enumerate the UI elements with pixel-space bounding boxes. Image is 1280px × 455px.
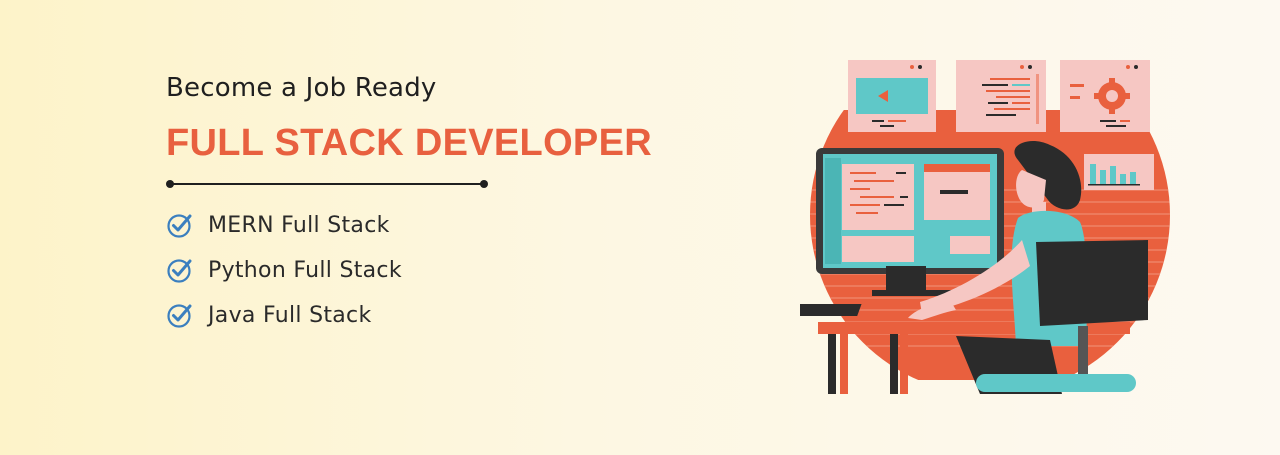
check-circle-icon (167, 214, 192, 238)
list-item-label: Python Full Stack (208, 257, 402, 283)
eyebrow-text: Become a Job Ready (166, 73, 437, 103)
headline: FULL STACK DEVELOPER (166, 122, 652, 164)
divider (166, 178, 488, 190)
monitor (816, 148, 1004, 296)
list-item-label: MERN Full Stack (208, 212, 390, 238)
code-window (956, 60, 1046, 132)
check-circle-icon (167, 304, 192, 328)
check-circle-icon (167, 259, 192, 283)
hero-text-block: Become a Job Ready FULL STACK DEVELOPER … (166, 70, 666, 328)
chart-window (1084, 154, 1154, 190)
list-item: Python Full Stack (166, 255, 402, 285)
course-list: MERN Full Stack Python Full Stack Java F… (166, 210, 402, 345)
list-item: Java Full Stack (166, 300, 402, 330)
settings-window (1060, 60, 1150, 132)
video-window (848, 60, 936, 132)
developer-illustration (800, 60, 1170, 394)
hero-banner: Become a Job Ready FULL STACK DEVELOPER … (0, 0, 1280, 455)
list-item: MERN Full Stack (166, 210, 402, 240)
list-item-label: Java Full Stack (208, 302, 372, 328)
